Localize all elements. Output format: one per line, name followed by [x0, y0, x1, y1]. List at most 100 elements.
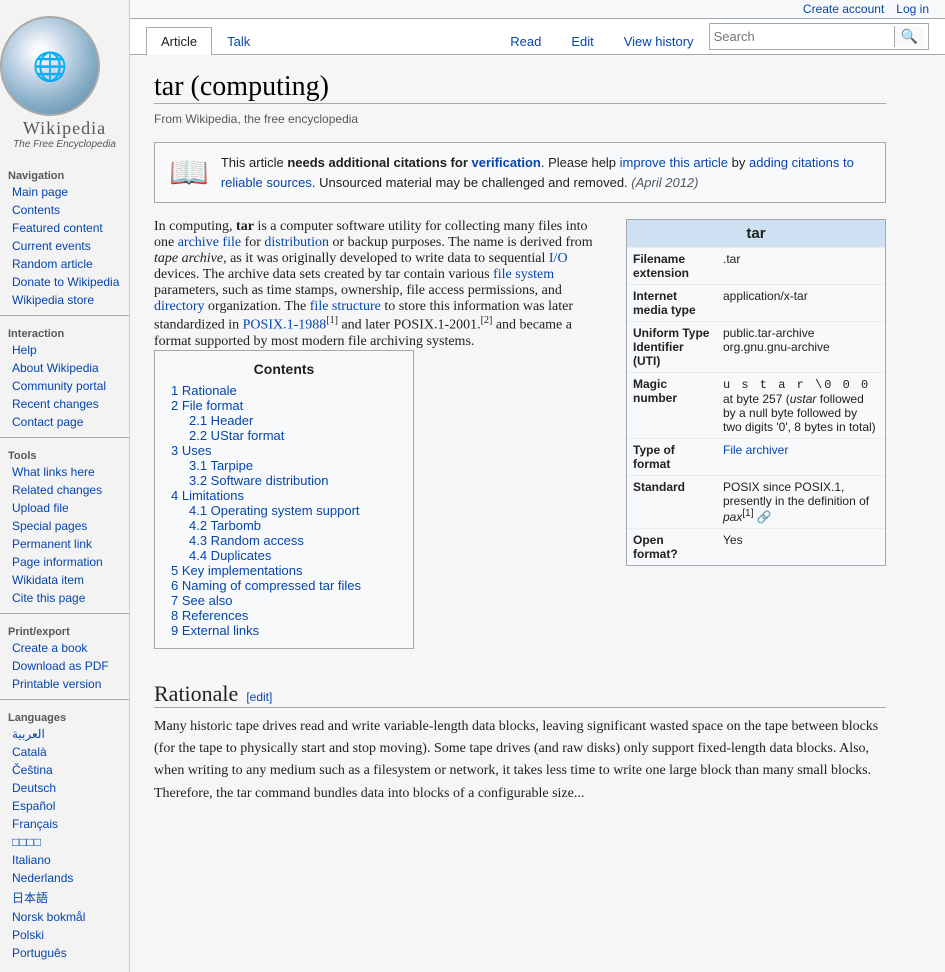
contents-link-2[interactable]: 2 File format: [171, 398, 243, 413]
filesystem-link[interactable]: file system: [493, 267, 554, 282]
infobox-label-uti: Uniform Type Identifier (UTI): [627, 322, 717, 373]
sidebar-item-featured-content[interactable]: Featured content: [0, 219, 129, 237]
sidebar-item-donate[interactable]: Donate to Wikipedia: [0, 273, 129, 291]
infobox-file-archiver-link[interactable]: File archiver: [723, 443, 788, 457]
sidebar-item-lang-italian[interactable]: Italiano: [0, 851, 129, 869]
search-input[interactable]: [714, 29, 894, 44]
sidebar-item-contact[interactable]: Contact page: [0, 413, 129, 431]
languages-section: Languages العربية Català Čeština Deutsch…: [0, 704, 129, 964]
contents-link-3-1[interactable]: 3.1 Tarpipe: [189, 458, 253, 473]
contents-link-7[interactable]: 7 See also: [171, 593, 232, 608]
infobox-val-media-type: application/x-tar: [717, 285, 885, 322]
sidebar-item-related-changes[interactable]: Related changes: [0, 481, 129, 499]
infobox-row-format-type: Type of format File archiver: [627, 439, 885, 476]
search-button[interactable]: 🔍: [894, 26, 924, 47]
sidebar-item-page-info[interactable]: Page information: [0, 553, 129, 571]
contents-item-7: 7 See also: [171, 593, 397, 608]
sidebar-item-community-portal[interactable]: Community portal: [0, 377, 129, 395]
io-link[interactable]: I/O: [549, 251, 568, 266]
sidebar-item-lang-catala[interactable]: Català: [0, 743, 129, 761]
infobox-label-filename: Filename extension: [627, 248, 717, 285]
wikipedia-logo: 🌐 Wikipedia The Free Encyclopedia: [0, 8, 129, 162]
contents-link-3-2[interactable]: 3.2 Software distribution: [189, 473, 328, 488]
file-structure-link[interactable]: file structure: [310, 299, 381, 314]
sidebar-item-help[interactable]: Help: [0, 341, 129, 359]
sidebar-item-special-pages[interactable]: Special pages: [0, 517, 129, 535]
tab-edit[interactable]: Edit: [556, 27, 608, 55]
infobox-row-media-type: Internet media type application/x-tar: [627, 285, 885, 322]
print-title: Print/export: [0, 622, 129, 639]
posix-link[interactable]: POSIX.1-1988: [243, 318, 327, 333]
contents-link-4-2[interactable]: 4.2 Tarbomb: [189, 518, 261, 533]
infobox-val-magic: u s t a r \0 0 0 at byte 257 (ustar foll…: [717, 373, 885, 439]
contents-sub-2: 2.1 Header 2.2 UStar format: [171, 413, 397, 443]
tab-view-history[interactable]: View history: [609, 27, 709, 55]
contents-link-5[interactable]: 5 Key implementations: [171, 563, 303, 578]
interaction-section: Interaction Help About Wikipedia Communi…: [0, 320, 129, 433]
sidebar-item-wikipedia-store[interactable]: Wikipedia store: [0, 291, 129, 309]
sidebar-item-cite-page[interactable]: Cite this page: [0, 589, 129, 607]
sidebar-item-lang-spanish[interactable]: Español: [0, 797, 129, 815]
contents-item-9: 9 External links: [171, 623, 397, 638]
contents-link-1[interactable]: 1 Rationale: [171, 383, 237, 398]
sidebar-divider-1: [0, 315, 129, 316]
sidebar-item-download-pdf[interactable]: Download as PDF: [0, 657, 129, 675]
contents-link-9[interactable]: 9 External links: [171, 623, 259, 638]
archive-file-link[interactable]: archive file: [178, 235, 241, 250]
tab-read[interactable]: Read: [495, 27, 556, 55]
contents-link-4-4[interactable]: 4.4 Duplicates: [189, 548, 271, 563]
tab-article[interactable]: Article: [146, 27, 212, 55]
sidebar-item-lang-portuguese[interactable]: Português: [0, 944, 129, 962]
sidebar-item-main-page[interactable]: Main page: [0, 183, 129, 201]
sidebar-divider-2: [0, 437, 129, 438]
sidebar-item-recent-changes[interactable]: Recent changes: [0, 395, 129, 413]
sidebar-item-lang-polish[interactable]: Polski: [0, 926, 129, 944]
distribution-link[interactable]: distribution: [264, 235, 329, 250]
sidebar-item-contents[interactable]: Contents: [0, 201, 129, 219]
sidebar-item-lang-norwegian[interactable]: Norsk bokmål: [0, 908, 129, 926]
contents-item-5: 5 Key implementations: [171, 563, 397, 578]
sidebar-item-lang-dutch[interactable]: Nederlands: [0, 869, 129, 887]
search-box: 🔍: [709, 23, 929, 50]
contents-link-2-1[interactable]: 2.1 Header: [189, 413, 253, 428]
contents-link-4-3[interactable]: 4.3 Random access: [189, 533, 304, 548]
infobox-row-standard: Standard POSIX since POSIX.1, presently …: [627, 476, 885, 529]
log-in-link[interactable]: Log in: [896, 2, 929, 16]
directory-link[interactable]: directory: [154, 299, 205, 314]
contents-link-6[interactable]: 6 Naming of compressed tar files: [171, 578, 361, 593]
notice-verification-link[interactable]: verification: [472, 155, 541, 170]
infobox-label-magic: Magic number: [627, 373, 717, 439]
contents-item-6: 6 Naming of compressed tar files: [171, 578, 397, 593]
contents-link-8[interactable]: 8 References: [171, 608, 248, 623]
contents-link-2-2[interactable]: 2.2 UStar format: [189, 428, 284, 443]
rationale-edit-anchor[interactable]: [edit]: [246, 690, 272, 704]
interaction-title: Interaction: [0, 324, 129, 341]
contents-link-4[interactable]: 4 Limitations: [171, 488, 244, 503]
sidebar-item-lang-french[interactable]: Français: [0, 815, 129, 833]
rationale-edit-link[interactable]: [edit]: [246, 690, 272, 704]
sidebar-item-about[interactable]: About Wikipedia: [0, 359, 129, 377]
sidebar-item-upload-file[interactable]: Upload file: [0, 499, 129, 517]
sidebar-item-what-links-here[interactable]: What links here: [0, 463, 129, 481]
sidebar-item-lang-german[interactable]: Deutsch: [0, 779, 129, 797]
sidebar-item-random-article[interactable]: Random article: [0, 255, 129, 273]
contents-link-3[interactable]: 3 Uses: [171, 443, 211, 458]
notice-improve-link[interactable]: improve this article: [620, 155, 728, 170]
sidebar-item-lang-czech[interactable]: Čeština: [0, 761, 129, 779]
sidebar-item-printable[interactable]: Printable version: [0, 675, 129, 693]
sidebar-item-lang-japanese[interactable]: 日本語: [0, 887, 129, 908]
sidebar-item-permanent-link[interactable]: Permanent link: [0, 535, 129, 553]
infobox-row-open-format: Open format? Yes: [627, 529, 885, 566]
sidebar-item-lang-arabic[interactable]: العربية: [0, 725, 129, 743]
infobox-val-format-type: File archiver: [717, 439, 885, 476]
tab-talk[interactable]: Talk: [212, 27, 265, 55]
sidebar-item-wikidata[interactable]: Wikidata item: [0, 571, 129, 589]
sidebar-item-create-book[interactable]: Create a book: [0, 639, 129, 657]
contents-link-4-1[interactable]: 4.1 Operating system support: [189, 503, 360, 518]
notice-box: 📖 This article needs additional citation…: [154, 142, 886, 203]
sidebar-item-lang-japanese-box[interactable]: □□□□: [0, 833, 129, 851]
sidebar-item-current-events[interactable]: Current events: [0, 237, 129, 255]
create-account-link[interactable]: Create account: [803, 2, 884, 16]
article-subtitle: From Wikipedia, the free encyclopedia: [154, 112, 886, 126]
contents-item-2: 2 File format 2.1 Header 2.2 UStar forma…: [171, 398, 397, 443]
